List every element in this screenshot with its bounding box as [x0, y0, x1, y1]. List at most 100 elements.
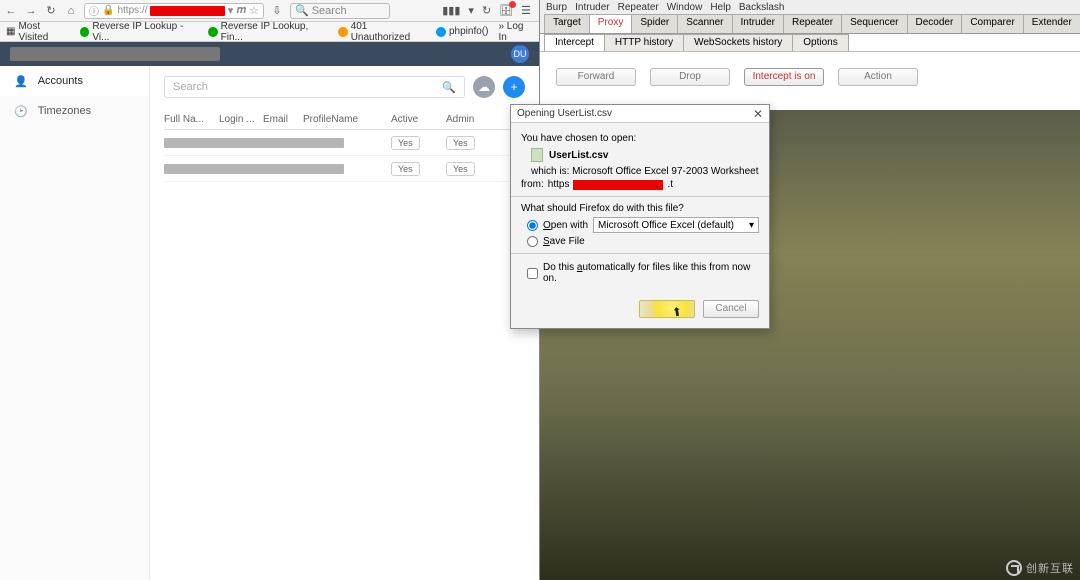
- save-file-radio[interactable]: [527, 236, 538, 247]
- export-button[interactable]: ☁: [473, 76, 495, 98]
- dropdown-icon[interactable]: ▾: [228, 4, 234, 17]
- hamburger-icon[interactable]: ☰: [521, 4, 531, 17]
- from-redacted: [573, 180, 663, 190]
- bm-phpinfo[interactable]: phpinfo(): [436, 26, 488, 37]
- bookbar-icon[interactable]: ▾: [468, 4, 474, 17]
- reload-icon[interactable]: ↻: [44, 4, 58, 18]
- tab-target[interactable]: Target: [544, 14, 590, 33]
- subtab-options[interactable]: Options: [792, 34, 848, 51]
- table-row[interactable]: Yes Yes: [164, 156, 525, 182]
- auto-label: Do this automatically for files like thi…: [543, 262, 759, 284]
- action-button[interactable]: Action: [838, 68, 918, 86]
- cloud-icon: ☁: [478, 80, 490, 94]
- auto-checkbox[interactable]: [527, 268, 538, 279]
- avatar[interactable]: DU: [511, 45, 529, 63]
- redacted-cell: [164, 138, 344, 148]
- save-file-row[interactable]: Save File: [527, 236, 759, 247]
- chevron-down-icon: ▾: [749, 220, 754, 231]
- sidebar-label: Accounts: [38, 75, 83, 87]
- pocket-icon[interactable]: ▮▮▮: [442, 4, 460, 17]
- menu-backslash[interactable]: Backslash: [739, 2, 785, 13]
- browser-search[interactable]: 🔍 Search: [290, 3, 390, 19]
- search-input[interactable]: Search 🔍: [164, 76, 465, 98]
- sidebar-item-accounts[interactable]: 👤 Accounts: [0, 66, 149, 96]
- url-bar[interactable]: ⓘ 🔒 https:// ▾ 𝒎 ☆: [84, 3, 264, 19]
- tab-extender[interactable]: Extender: [1023, 14, 1080, 33]
- menu-help[interactable]: Help: [710, 2, 731, 13]
- save-file-label: Save File: [543, 236, 585, 247]
- intercept-toggle[interactable]: Intercept is on: [744, 68, 824, 86]
- file-icon: [531, 148, 543, 162]
- library-icon[interactable]: 🗄: [499, 4, 513, 17]
- site-icon: [208, 27, 218, 37]
- col-admin[interactable]: Admin: [446, 114, 501, 125]
- subtab-http[interactable]: HTTP history: [604, 34, 684, 51]
- home-icon[interactable]: ⌂: [64, 4, 78, 18]
- search-placeholder: Search: [312, 5, 347, 17]
- sidebar-item-timezones[interactable]: 🕑 Timezones: [0, 96, 149, 126]
- auto-row[interactable]: Do this automatically for files like thi…: [527, 262, 759, 284]
- tab-scanner[interactable]: Scanner: [677, 14, 732, 33]
- tab-sequencer[interactable]: Sequencer: [841, 14, 907, 33]
- menu-intruder[interactable]: Intruder: [575, 2, 609, 13]
- lock-icon: 🔒: [102, 5, 114, 16]
- tab-intruder[interactable]: Intruder: [732, 14, 784, 33]
- star-icon[interactable]: ☆: [249, 4, 259, 17]
- bm-lookup1[interactable]: Reverse IP Lookup - Vi...: [80, 21, 198, 43]
- watermark-icon: [1006, 560, 1022, 576]
- cancel-button[interactable]: Cancel: [703, 300, 759, 318]
- forward-icon[interactable]: →: [24, 4, 38, 18]
- burp-main-tabs: Target Proxy Spider Scanner Intruder Rep…: [540, 14, 1080, 34]
- search-icon: 🔍: [295, 4, 309, 17]
- bm-401[interactable]: 401 Unauthorized: [338, 21, 426, 43]
- tab-decoder[interactable]: Decoder: [907, 14, 963, 33]
- add-button[interactable]: +: [503, 76, 525, 98]
- bm-login[interactable]: » Log In: [498, 21, 533, 43]
- close-icon[interactable]: ✕: [753, 107, 763, 121]
- open-with-row[interactable]: Open with Microsoft Office Excel (defaul…: [527, 217, 759, 233]
- drop-button[interactable]: Drop: [650, 68, 730, 86]
- tab-spider[interactable]: Spider: [631, 14, 678, 33]
- url-scheme: https://: [117, 5, 147, 16]
- ok-button[interactable]: ⬆: [639, 300, 695, 318]
- grid-icon: ▦: [6, 26, 15, 37]
- tab-repeater[interactable]: Repeater: [783, 14, 842, 33]
- tab-proxy[interactable]: Proxy: [589, 14, 633, 33]
- subtab-intercept[interactable]: Intercept: [544, 34, 605, 51]
- url-redacted: [150, 6, 224, 16]
- cursor-icon: ⬆: [671, 303, 684, 321]
- bm-lookup2[interactable]: Reverse IP Lookup, Fin...: [208, 21, 328, 43]
- app-header: DU: [0, 42, 539, 66]
- col-active[interactable]: Active: [391, 114, 446, 125]
- question-label: What should Firefox do with this file?: [521, 203, 759, 214]
- search-icon: 🔍: [442, 81, 456, 94]
- web-app: DU 👤 Accounts 🕑 Timezones Search 🔍: [0, 42, 539, 580]
- menu-repeater[interactable]: Repeater: [618, 2, 659, 13]
- redacted-cell: [164, 164, 344, 174]
- browser-toolbar: ← → ↻ ⌂ ⓘ 🔒 https:// ▾ 𝒎 ☆ ⇩ 🔍 Search ▮▮…: [0, 0, 539, 22]
- bm-mostvisited[interactable]: ▦Most Visited: [6, 21, 70, 43]
- open-with-radio[interactable]: [527, 220, 538, 231]
- active-pill: Yes: [391, 162, 420, 176]
- col-fullname[interactable]: Full Na...: [164, 114, 219, 125]
- reader-icon[interactable]: 𝒎: [236, 4, 246, 17]
- clock-icon: 🕑: [14, 105, 28, 118]
- subtab-ws[interactable]: WebSockets history: [683, 34, 793, 51]
- open-with-select[interactable]: Microsoft Office Excel (default) ▾: [593, 217, 759, 233]
- dialog-titlebar: Opening UserList.csv ✕: [511, 105, 769, 123]
- col-login[interactable]: Login ...: [219, 114, 263, 125]
- table-row[interactable]: Yes Yes: [164, 130, 525, 156]
- admin-pill: Yes: [446, 162, 475, 176]
- menu-window[interactable]: Window: [667, 2, 703, 13]
- download-icon[interactable]: ⇩: [270, 4, 284, 18]
- col-email[interactable]: Email: [263, 114, 303, 125]
- sync-icon[interactable]: ↻: [482, 4, 491, 17]
- col-profile[interactable]: ProfileName: [303, 114, 391, 125]
- forward-button[interactable]: Forward: [556, 68, 636, 86]
- back-icon[interactable]: ←: [4, 4, 18, 18]
- app-title-redacted: [10, 47, 220, 61]
- page-info-icon[interactable]: ⓘ: [89, 3, 99, 18]
- tab-comparer[interactable]: Comparer: [961, 14, 1023, 33]
- search-placeholder: Search: [173, 81, 208, 93]
- menu-burp[interactable]: Burp: [546, 2, 567, 13]
